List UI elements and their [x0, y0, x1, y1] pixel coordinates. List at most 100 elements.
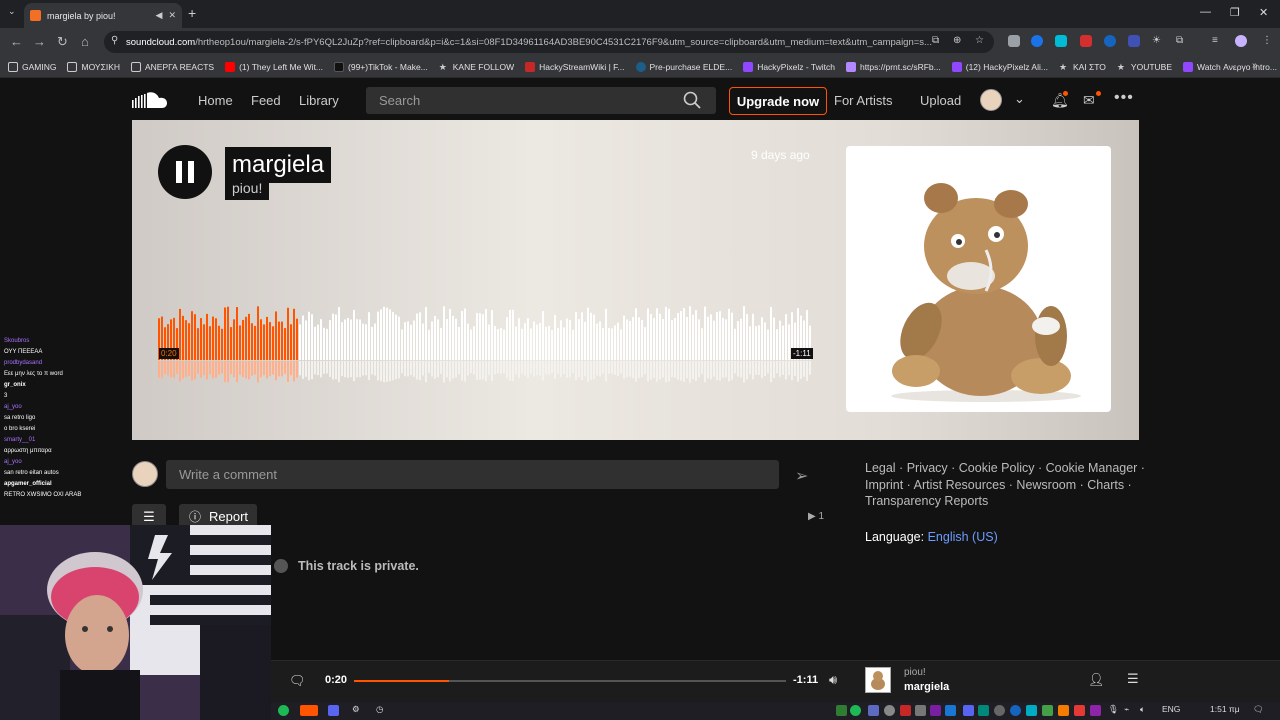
speaker-tray-icon[interactable]: 🔈︎	[1140, 704, 1145, 715]
player-artwork-thumbnail[interactable]	[865, 667, 891, 693]
for-artists-link[interactable]: For Artists	[834, 93, 893, 108]
avatar[interactable]	[980, 89, 1002, 111]
bookmark-kane-follow[interactable]: ★ KANE FOLLOW	[439, 62, 514, 72]
comment-input[interactable]: Write a comment	[166, 460, 779, 489]
track-artwork[interactable]	[846, 146, 1111, 412]
volume-icon[interactable]: 🔊︎	[829, 672, 837, 688]
zoom-icon[interactable]: ⊕	[953, 35, 961, 46]
search-icon[interactable]	[683, 91, 701, 109]
bookmark-youtube[interactable]: ★ YOUTUBE	[1117, 62, 1172, 72]
maximize-icon[interactable]: ❐	[1230, 6, 1240, 19]
tray-icon[interactable]	[836, 705, 847, 716]
queue-list-icon[interactable]: ☰	[1127, 671, 1139, 687]
translate-icon[interactable]	[1055, 35, 1067, 47]
brightness-icon[interactable]: ☀	[1152, 35, 1161, 46]
nav-home[interactable]: Home	[198, 93, 233, 108]
pause-button[interactable]	[158, 145, 212, 199]
network-icon[interactable]: ⌁	[1124, 704, 1129, 715]
tray-icon[interactable]	[1090, 705, 1101, 716]
extension-icon[interactable]	[1031, 35, 1043, 47]
settings-gear-icon[interactable]: ⚙	[352, 704, 360, 715]
home-icon[interactable]: ⌂	[81, 34, 89, 49]
player-artist[interactable]: piou!	[904, 667, 926, 678]
app-icon[interactable]	[328, 705, 339, 716]
tray-icon[interactable]	[1026, 705, 1037, 716]
browser-tab[interactable]: margiela by piou! ◀︎ ✕	[24, 3, 182, 28]
search-input[interactable]: Search	[366, 87, 716, 114]
reload-icon[interactable]: ↻	[57, 34, 68, 50]
back-icon[interactable]: ←	[10, 34, 23, 49]
nav-library[interactable]: Library	[299, 93, 339, 108]
reading-list-icon[interactable]: ≡	[1212, 35, 1218, 46]
bookmark-gaming[interactable]: GAMING	[8, 61, 56, 72]
tray-icon[interactable]	[1010, 705, 1021, 716]
footer-links[interactable]: Legal · Privacy · Cookie Policy · Cookie…	[865, 460, 1155, 510]
minimize-icon[interactable]: —	[1200, 6, 1211, 18]
extension-icon[interactable]	[1128, 35, 1140, 47]
bookmark-watch-intro[interactable]: Watch Ανεργο Intro...	[1183, 61, 1277, 72]
close-tab-icon[interactable]: ✕	[168, 10, 176, 21]
notification-center-icon[interactable]: 🗨︎	[1253, 704, 1264, 715]
site-info-icon[interactable]: ⚲	[111, 35, 118, 46]
more-options-icon[interactable]: •••	[1114, 89, 1134, 107]
bookmark-steam[interactable]: Pre-purchase ELDE...	[635, 61, 732, 72]
playback-progress-slider[interactable]	[354, 680, 786, 682]
bookmark-hackystreamwiki[interactable]: HackyStreamWiki | F...	[525, 61, 625, 72]
bookmark-prntsc[interactable]: https://prnt.sc/sRFb...	[845, 61, 941, 72]
soundcloud-logo-icon[interactable]	[132, 90, 172, 110]
tray-icon[interactable]	[978, 705, 989, 716]
extension-icon[interactable]	[1080, 35, 1092, 47]
comment-toggle-icon[interactable]: 🗨︎	[289, 673, 306, 689]
tray-icon[interactable]	[945, 705, 956, 716]
chevron-down-icon[interactable]: ⌄	[1014, 91, 1025, 107]
app-icon[interactable]	[300, 705, 318, 716]
more-bookmarks-icon[interactable]: »	[1252, 60, 1258, 71]
tray-icon[interactable]	[884, 705, 895, 716]
bookmark-youtube-video[interactable]: (1) They Left Me Wit...	[225, 61, 323, 72]
tray-discord-icon[interactable]	[963, 705, 974, 716]
forward-icon[interactable]: →	[33, 34, 46, 49]
system-clock[interactable]: 1:51 πμ	[1210, 704, 1240, 714]
extension-icon[interactable]	[1104, 35, 1116, 47]
profile-icon[interactable]	[1235, 35, 1247, 47]
bookmark-twitch[interactable]: HackyPixelz - Twitch	[743, 61, 835, 72]
upload-link[interactable]: Upload	[920, 93, 961, 108]
follow-user-icon[interactable]: 👤︎	[1088, 672, 1105, 688]
extension-icon[interactable]	[1008, 35, 1020, 47]
extensions-puzzle-icon[interactable]: ⧉	[1176, 35, 1183, 46]
send-comment-icon[interactable]: ➢	[795, 466, 808, 486]
waveform[interactable]	[158, 300, 812, 386]
language-value-link[interactable]: English (US)	[928, 530, 998, 544]
bookmark-star-icon[interactable]: ☆	[975, 35, 984, 46]
tray-icon[interactable]	[994, 705, 1005, 716]
tray-icon[interactable]	[915, 705, 926, 716]
tab-search-icon[interactable]: ⌄	[8, 6, 16, 17]
tray-icon[interactable]	[1042, 705, 1053, 716]
tray-icon[interactable]	[868, 705, 879, 716]
player-track-title[interactable]: margiela	[904, 681, 949, 693]
bookmark-anerga-reacts[interactable]: ΑΝΕΡΓΑ REACTS	[131, 61, 214, 72]
bookmark-music[interactable]: ΜΟΥΣΙΚΗ	[67, 61, 120, 72]
close-window-icon[interactable]: ✕	[1259, 6, 1268, 19]
tray-spotify-icon[interactable]	[850, 705, 861, 716]
bookmark-hackypixelz-ali[interactable]: (12) HackyPixelz Ali...	[951, 61, 1048, 72]
address-bar[interactable]: soundcloud.com/hrtheop1ou/margiela-2/s-f…	[104, 31, 994, 53]
bookmark-kai-sto[interactable]: ★ ΚΑΙ ΣΤΟ	[1059, 62, 1106, 72]
nav-feed[interactable]: Feed	[251, 93, 281, 108]
microphone-icon[interactable]: 🎙︎	[1108, 704, 1119, 715]
install-icon[interactable]: ⧉	[932, 35, 939, 46]
tray-icon[interactable]	[900, 705, 911, 716]
bookmark-tiktok[interactable]: (99+)TikTok - Make...	[334, 61, 428, 72]
language-indicator[interactable]: ENG	[1162, 704, 1180, 714]
spotify-icon[interactable]	[278, 705, 289, 716]
speaker-icon[interactable]: ◀︎	[156, 10, 163, 21]
new-tab-icon[interactable]: +	[188, 5, 196, 21]
clock-app-icon[interactable]: ◷	[376, 704, 383, 715]
tray-icon[interactable]	[1074, 705, 1085, 716]
tray-icon[interactable]	[930, 705, 941, 716]
tray-icon[interactable]	[1058, 705, 1069, 716]
more-menu-icon[interactable]: ⋮	[1262, 35, 1272, 46]
upgrade-now-button[interactable]: Upgrade now	[729, 87, 827, 115]
track-artist[interactable]: piou!	[225, 178, 270, 200]
messages-icon[interactable]: ✉	[1083, 92, 1095, 109]
